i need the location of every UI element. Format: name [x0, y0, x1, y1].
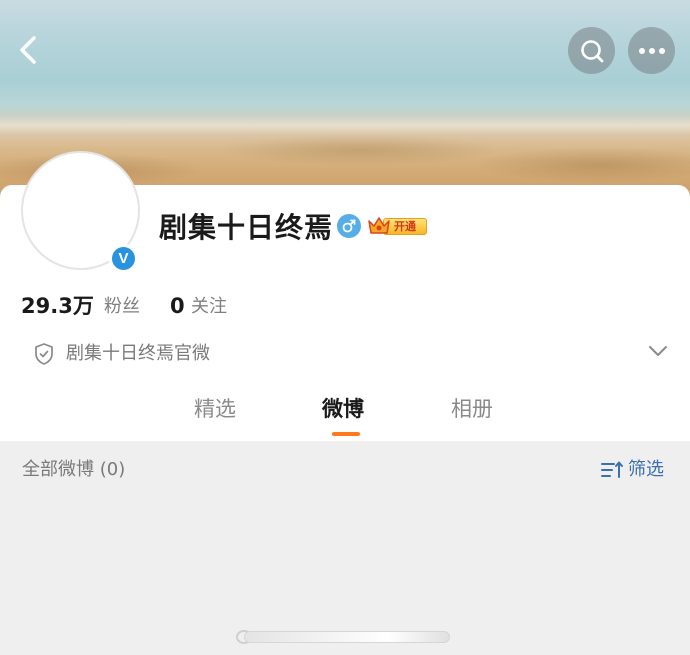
loading-indicator [234, 628, 456, 646]
search-button[interactable] [568, 27, 615, 74]
tab-weibo[interactable]: 微博 [322, 394, 364, 424]
following-label[interactable]: 关注 [191, 295, 227, 319]
fans-label[interactable]: 粉丝 [104, 295, 140, 319]
back-button[interactable] [12, 30, 48, 70]
profile-name: 剧集十日终焉 [159, 211, 334, 244]
verification-info-row[interactable]: 剧集十日终焉官微 [33, 338, 673, 370]
vip-open-button[interactable]: 开通 [367, 214, 427, 238]
fans-count[interactable]: 29.3万 [21, 292, 94, 320]
verified-badge-label: V [118, 250, 129, 267]
search-icon [580, 39, 603, 62]
chevron-down-icon[interactable] [648, 344, 668, 358]
male-icon [337, 214, 361, 238]
all-posts-label: 全部微博 (0) [22, 459, 126, 480]
verification-text: 剧集十日终焉官微 [66, 343, 210, 364]
following-count[interactable]: 0 [170, 292, 185, 320]
verified-badge: V [109, 244, 138, 273]
shield-icon [35, 343, 53, 365]
more-icon [638, 47, 665, 54]
crown-icon [368, 217, 390, 234]
tab-featured[interactable]: 精选 [194, 394, 236, 424]
filter-label: 筛选 [628, 459, 664, 480]
filter-icon [601, 461, 623, 478]
feed-filter-bar: 全部微博 (0) 筛选 [0, 441, 690, 501]
back-arrow-icon [20, 36, 36, 64]
active-tab-indicator [332, 432, 360, 436]
tab-album[interactable]: 相册 [451, 394, 493, 424]
loading-bar [244, 631, 450, 643]
filter-button[interactable]: 筛选 [600, 456, 672, 484]
more-button[interactable] [628, 27, 675, 74]
